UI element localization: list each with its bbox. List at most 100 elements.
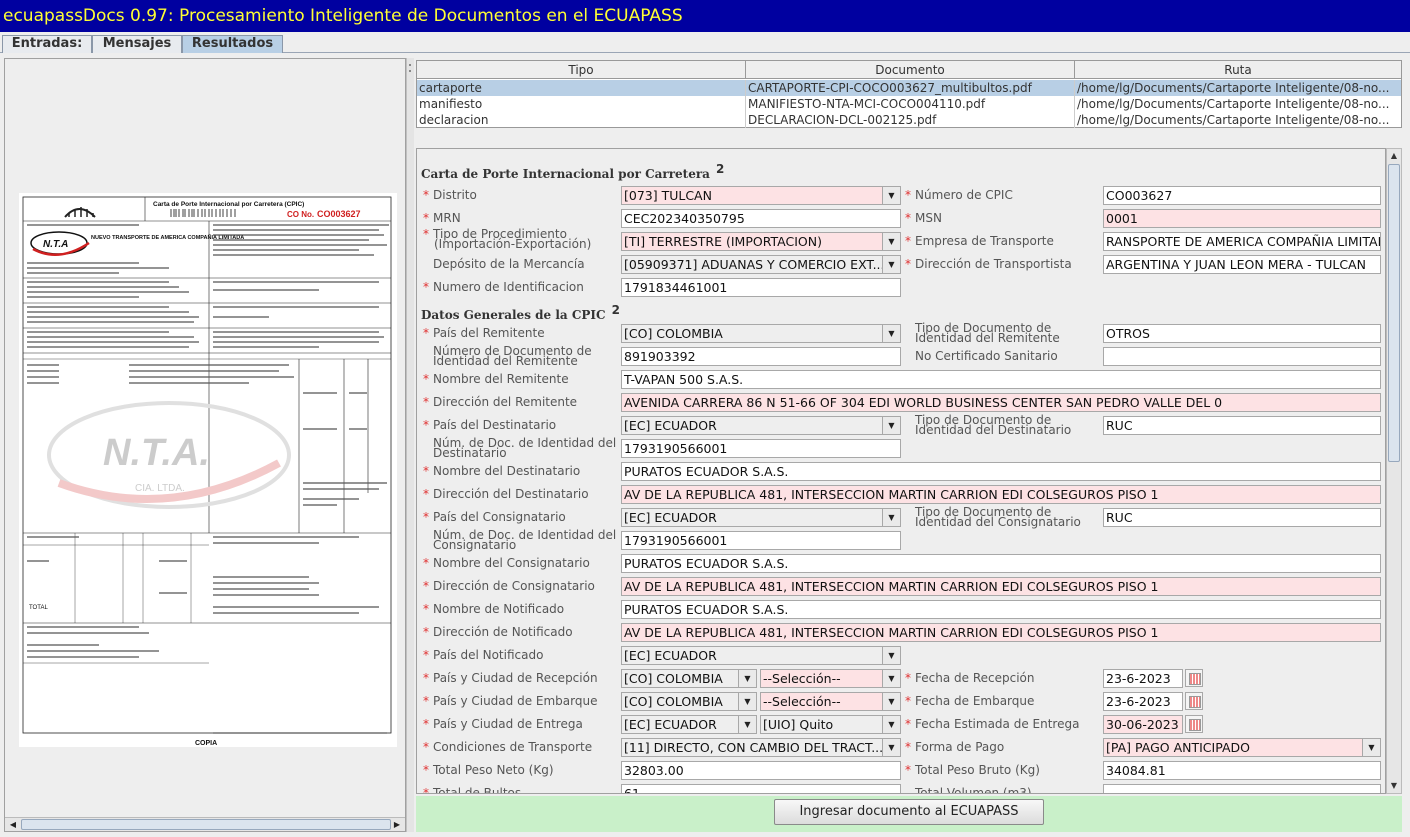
ciudad-entrega-select[interactable]: [UIO] Quito ▼	[760, 715, 901, 734]
cell-ruta: /home/lg/Documents/Cartaporte Inteligent…	[1077, 97, 1390, 111]
nombre-consignatario-field[interactable]: PURATOS ECUADOR S.A.S.	[621, 554, 1381, 573]
fecha-entrega-field[interactable]: 30-06-2023	[1103, 715, 1183, 734]
window-title: ecuapassDocs 0.97: Procesamiento Intelig…	[0, 0, 1410, 32]
label-pais-remitente: * País del Remitente	[423, 326, 545, 340]
scroll-up-icon[interactable]: ▲	[1387, 149, 1401, 163]
chevron-down-icon[interactable]: ▼	[882, 509, 900, 526]
chevron-down-icon[interactable]: ▼	[738, 693, 756, 710]
fecha-embarque-field[interactable]: 23-6-2023	[1103, 692, 1183, 711]
calendar-icon[interactable]	[1185, 715, 1203, 733]
pais-destinatario-select[interactable]: [EC] ECUADOR ▼	[621, 416, 901, 435]
direccion-destinatario-field[interactable]: AV DE LA REPUBLICA 481, INTERSECCION MAR…	[621, 485, 1381, 504]
cell-documento: MANIFIESTO-NTA-MCI-COCO004110.pdf	[746, 96, 1075, 112]
chevron-down-icon[interactable]: ▼	[738, 670, 756, 687]
direccion-consignatario-field[interactable]: AV DE LA REPUBLICA 481, INTERSECCION MAR…	[621, 577, 1381, 596]
tipo-procedimiento-select[interactable]: [TI] TERRESTRE (IMPORTACION) ▼	[621, 232, 901, 251]
label-fecha-recepcion: * Fecha de Recepción	[905, 671, 1035, 685]
scroll-down-icon[interactable]: ▼	[1387, 779, 1401, 793]
label-peso-bruto: * Total Peso Bruto (Kg)	[905, 763, 1040, 777]
cell-documento: CARTAPORTE-CPI-COCO003627_multibultos.pd…	[746, 80, 1075, 96]
tab-mensajes[interactable]: Mensajes	[92, 35, 182, 53]
table-row[interactable]: declaracion DECLARACION-DCL-002125.pdf /…	[417, 112, 1401, 128]
chevron-down-icon[interactable]: ▼	[882, 716, 900, 733]
pais-notificado-select[interactable]: [EC] ECUADOR ▼	[621, 646, 901, 665]
document-preview-pane[interactable]: Carta de Porte Internacional por Carrete…	[4, 58, 406, 832]
ciudad-embarque-select[interactable]: --Selección-- ▼	[760, 692, 901, 711]
scroll-left-icon[interactable]: ◀	[6, 818, 20, 831]
pais-embarque-select[interactable]: [CO] COLOMBIA ▼	[621, 692, 757, 711]
split-pane-divider[interactable]	[406, 58, 414, 832]
msn-field[interactable]: 0001	[1103, 209, 1381, 228]
scroll-thumb[interactable]	[1388, 164, 1400, 462]
direccion-notificado-field[interactable]: AV DE LA REPUBLICA 481, INTERSECCION MAR…	[621, 623, 1381, 642]
column-header-tipo[interactable]: Tipo	[417, 61, 746, 79]
num-doc-consignatario-field[interactable]: 1793190566001	[621, 531, 901, 550]
tab-entradas[interactable]: Entradas:	[2, 35, 92, 53]
chevron-down-icon[interactable]: ▼	[738, 716, 756, 733]
no-certificado-field[interactable]	[1103, 347, 1381, 366]
fecha-recepcion-field[interactable]: 23-6-2023	[1103, 669, 1183, 688]
tab-resultados[interactable]: Resultados	[182, 35, 283, 53]
chevron-down-icon[interactable]: ▼	[882, 233, 900, 250]
peso-neto-field[interactable]: 32803.00	[621, 761, 901, 780]
form-vertical-scrollbar[interactable]: ▲ ▼	[1386, 148, 1402, 794]
preview-header: Carta de Porte Internacional por Carrete…	[153, 201, 304, 208]
chevron-down-icon[interactable]: ▼	[882, 256, 900, 273]
chevron-down-icon[interactable]: ▼	[882, 670, 900, 687]
direccion-remitente-field[interactable]: AVENIDA CARRERA 86 N 51-66 OF 304 EDI WO…	[621, 393, 1381, 412]
label-pais-embarque: * País y Ciudad de Embarque	[423, 694, 598, 708]
empresa-transporte-field[interactable]: RANSPORTE DE AMERICA COMPAÑIA LIMITADA	[1103, 232, 1381, 251]
calendar-icon[interactable]	[1185, 669, 1203, 687]
calendar-icon[interactable]	[1185, 692, 1203, 710]
nombre-notificado-field[interactable]: PURATOS ECUADOR S.A.S.	[621, 600, 1381, 619]
total-bultos-field[interactable]: 61	[621, 784, 901, 793]
condiciones-transporte-select[interactable]: [11] DIRECTO, CON CAMBIO DEL TRACT... ▼	[621, 738, 901, 757]
chevron-down-icon[interactable]: ▼	[882, 693, 900, 710]
label-nombre-notificado: * Nombre de Notificado	[423, 602, 565, 616]
deposito-select[interactable]: [05909371] ADUANAS Y COMERCIO EXT... ▼	[621, 255, 901, 274]
numero-identificacion-field[interactable]: 1791834461001	[621, 278, 901, 297]
scroll-right-icon[interactable]: ▶	[390, 818, 404, 831]
pais-recepcion-select[interactable]: [CO] COLOMBIA ▼	[621, 669, 757, 688]
label-nombre-destinatario: * Nombre del Destinatario	[423, 464, 581, 478]
column-header-ruta[interactable]: Ruta	[1075, 61, 1401, 79]
pais-remitente-select[interactable]: [CO] COLOMBIA ▼	[621, 324, 901, 343]
nombre-remitente-field[interactable]: T-VAPAN 500 S.A.S.	[621, 370, 1381, 389]
forma-pago-select[interactable]: [PA] PAGO ANTICIPADO ▼	[1103, 738, 1381, 757]
peso-bruto-field[interactable]: 34084.81	[1103, 761, 1381, 780]
label-total-volumen: Total Volumen (m3)	[915, 786, 1032, 794]
tipo-doc-remitente-field[interactable]: OTROS	[1103, 324, 1381, 343]
cell-documento: DECLARACION-DCL-002125.pdf	[746, 112, 1075, 128]
label-tipo-doc-consignatario: Tipo de Documento de Identidad del Consig…	[915, 505, 1081, 529]
cartaporte-form: Carta de Porte Internacional por Carrete…	[416, 148, 1386, 794]
nombre-destinatario-field[interactable]: PURATOS ECUADOR S.A.S.	[621, 462, 1381, 481]
total-volumen-field[interactable]	[1103, 784, 1381, 793]
table-row[interactable]: manifiesto MANIFIESTO-NTA-MCI-COCO004110…	[417, 96, 1401, 112]
numero-cpic-field[interactable]: CO003627	[1103, 186, 1381, 205]
chevron-down-icon[interactable]: ▼	[882, 647, 900, 664]
chevron-down-icon[interactable]: ▼	[882, 187, 900, 204]
distrito-select[interactable]: [073] TULCAN ▼	[621, 186, 901, 205]
ingresar-documento-button[interactable]: Ingresar documento al ECUAPASS	[774, 799, 1044, 825]
preview-horizontal-scrollbar[interactable]: ◀ ▶	[5, 817, 405, 831]
mrn-field[interactable]: CEC202340350795	[621, 209, 901, 228]
vertical-split-divider[interactable]	[414, 130, 1406, 148]
num-doc-remitente-field[interactable]: 891903392	[621, 347, 901, 366]
table-row[interactable]: cartaporte CARTAPORTE-CPI-COCO003627_mul…	[417, 80, 1401, 96]
cell-ruta: /home/lg/Documents/Cartaporte Inteligent…	[1077, 81, 1390, 95]
chevron-down-icon[interactable]: ▼	[882, 739, 900, 756]
ciudad-recepcion-select[interactable]: --Selección-- ▼	[760, 669, 901, 688]
pais-consignatario-select[interactable]: [EC] ECUADOR ▼	[621, 508, 901, 527]
num-doc-destinatario-field[interactable]: 1793190566001	[621, 439, 901, 458]
direccion-transportista-field[interactable]: ARGENTINA Y JUAN LEON MERA - TULCAN	[1103, 255, 1381, 274]
column-header-documento[interactable]: Documento	[746, 61, 1075, 79]
tipo-doc-consignatario-field[interactable]: RUC	[1103, 508, 1381, 527]
scroll-thumb[interactable]	[21, 819, 391, 830]
chevron-down-icon[interactable]: ▼	[882, 417, 900, 434]
pais-entrega-select[interactable]: [EC] ECUADOR ▼	[621, 715, 757, 734]
tab-bar: Entradas: Mensajes Resultados	[0, 32, 1410, 53]
chevron-down-icon[interactable]: ▼	[882, 325, 900, 342]
label-num-doc-destinatario: Núm. de Doc. de Identidad del Destinatari…	[433, 436, 617, 460]
tipo-doc-destinatario-field[interactable]: RUC	[1103, 416, 1381, 435]
chevron-down-icon[interactable]: ▼	[1362, 739, 1380, 756]
